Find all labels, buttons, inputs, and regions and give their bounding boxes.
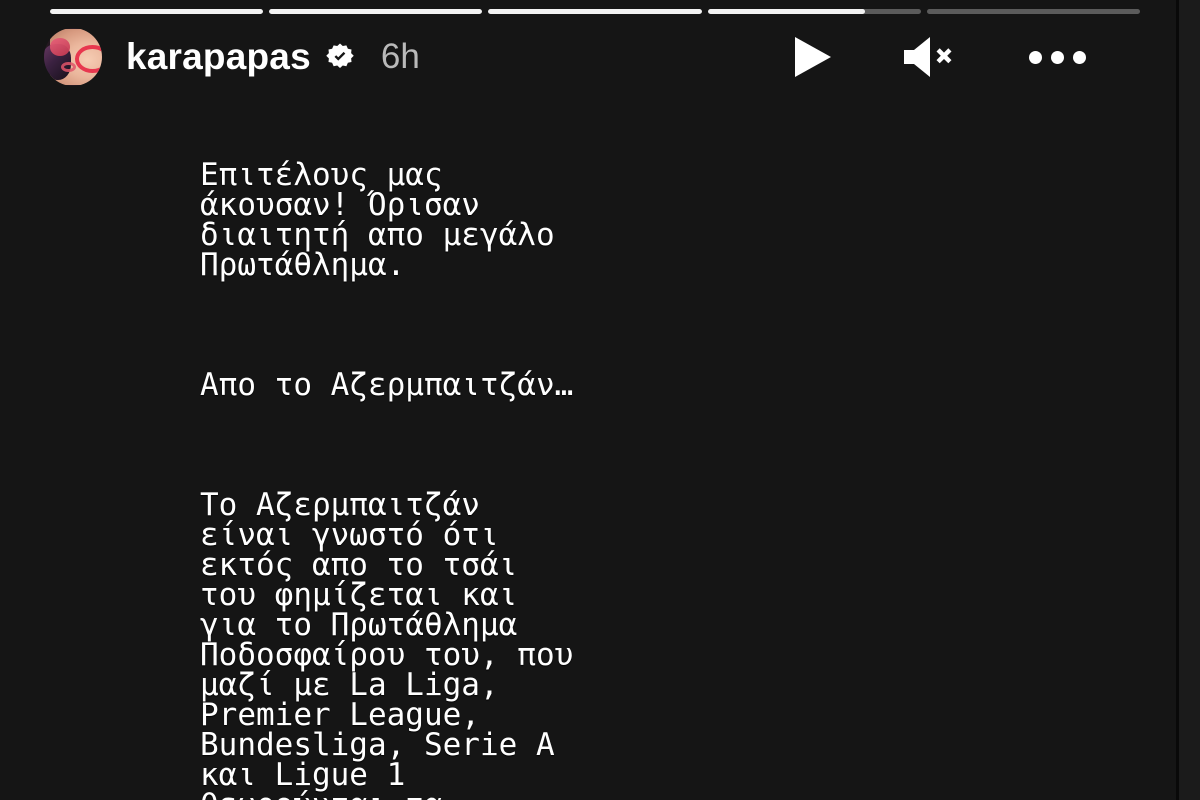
play-button[interactable] [786,32,838,82]
progress-segment-1[interactable] [50,9,264,14]
progress-segment-2[interactable] [269,9,483,14]
ellipsis-icon [1028,50,1086,64]
progress-segment-5[interactable] [926,9,1141,14]
play-icon [795,37,831,77]
right-side-panel [1179,0,1200,800]
story-progress-bar [50,9,1141,14]
avatar-image-ring [75,45,102,74]
more-options-button[interactable] [1026,32,1088,82]
story-paragraph: Επιτέλους μας άκουσαν! Όρισαν διαιτητή α… [200,157,555,283]
speaker-muted-icon [904,37,952,77]
story-paragraph: Απο το Αζερμπαιτζάν… [200,367,574,403]
instagram-story-viewer: karapapas 6h Επιτέλους μας άκουσαν! Όρισ… [0,0,1200,800]
avatar[interactable] [44,28,102,86]
story-timestamp: 6h [380,37,420,76]
verified-badge-icon [326,43,354,68]
username-label[interactable]: karapapas [126,36,311,78]
avatar-image-accent [49,38,70,56]
story-controls [786,32,1144,82]
mute-button[interactable] [900,32,956,82]
story-header: karapapas 6h [44,26,1144,88]
story-text-content: Επιτέλους μας άκουσαν! Όρισαν διαιτητή α… [200,100,1150,800]
progress-segment-4[interactable] [707,9,921,14]
story-paragraph: Το Αζερμπαιτζάν είναι γνωστό ότι εκτός α… [200,487,574,800]
progress-segment-3[interactable] [488,9,702,14]
